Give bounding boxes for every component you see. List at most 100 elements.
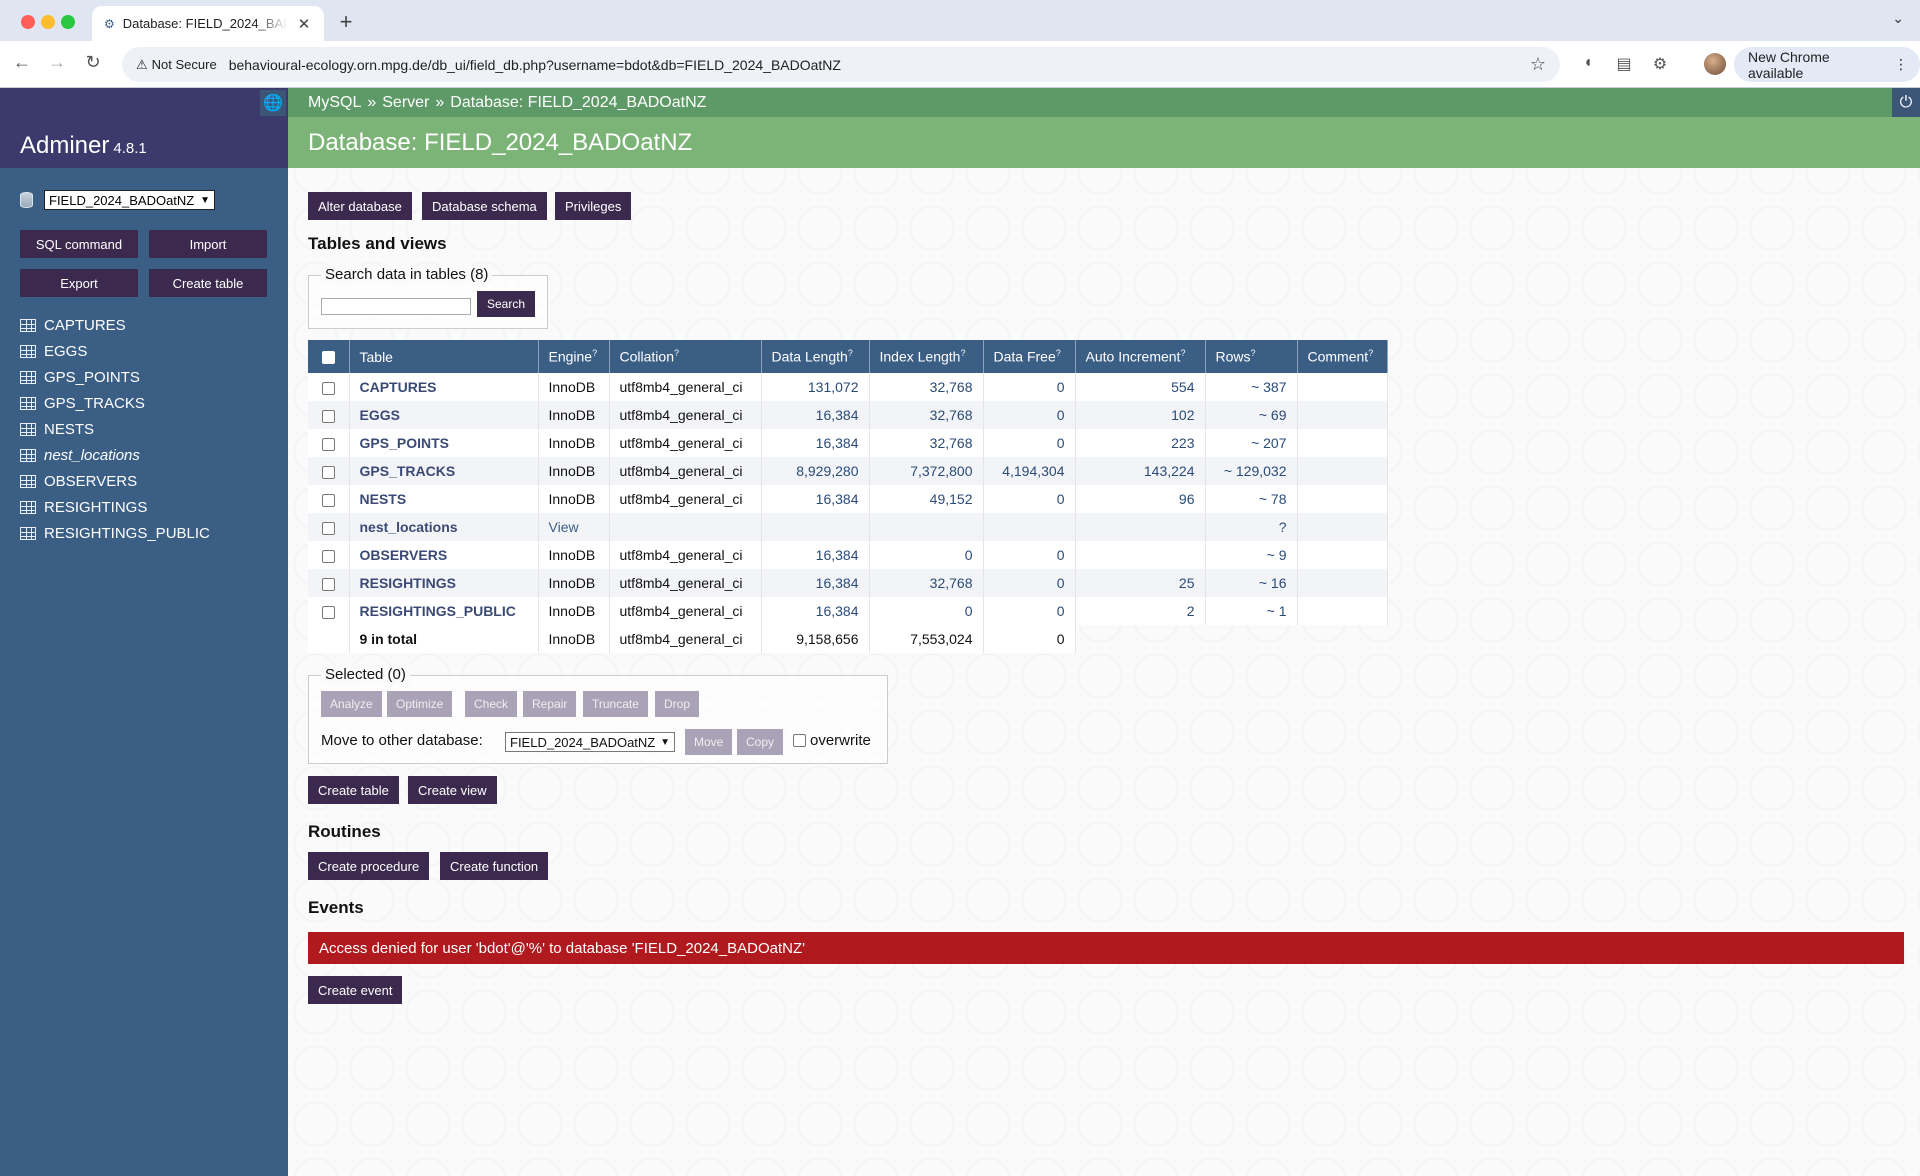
- column-header-collation[interactable]: Collation?: [609, 340, 762, 373]
- create-function-button[interactable]: Create function: [440, 852, 549, 880]
- update-chrome-button[interactable]: New Chrome available ⋮: [1734, 47, 1920, 82]
- alter-database-button[interactable]: Alter database: [308, 192, 412, 220]
- rows-link[interactable]: ?: [1205, 513, 1298, 541]
- breadcrumb-server-link[interactable]: Server: [382, 94, 429, 112]
- create-procedure-button[interactable]: Create procedure: [308, 852, 430, 880]
- security-indicator[interactable]: ⚠ Not Secure: [136, 57, 217, 73]
- address-bar[interactable]: ⚠ Not Secure behavioural-ecology.orn.mpg…: [122, 47, 1560, 82]
- tab-search-chevron-icon[interactable]: ⌄: [1892, 10, 1904, 27]
- table-name-link[interactable]: NESTS: [349, 485, 539, 513]
- data-free-link[interactable]: 0: [983, 569, 1076, 597]
- column-header-rows[interactable]: Rows?: [1205, 340, 1298, 373]
- column-header-engine[interactable]: Engine?: [538, 340, 610, 373]
- column-header-auto-increment[interactable]: Auto Increment?: [1075, 340, 1206, 373]
- select-all-checkbox[interactable]: [322, 351, 335, 365]
- create-table-button[interactable]: Create table: [308, 776, 399, 804]
- import-button[interactable]: Import: [149, 230, 267, 258]
- index-length-link[interactable]: 32,768: [869, 429, 984, 457]
- create-event-button[interactable]: Create event: [308, 976, 403, 1004]
- data-length-link[interactable]: 16,384: [761, 541, 870, 569]
- data-free-link[interactable]: 0: [983, 373, 1076, 401]
- sidebar-item-gps-tracks[interactable]: GPS_TRACKS: [20, 390, 210, 416]
- data-length-link[interactable]: [761, 513, 870, 541]
- optimize-button[interactable]: Optimize: [387, 691, 453, 717]
- table-grid-icon[interactable]: [20, 370, 36, 384]
- table-grid-icon[interactable]: [20, 318, 36, 332]
- table-grid-icon[interactable]: [20, 422, 36, 436]
- index-length-link[interactable]: 32,768: [869, 373, 984, 401]
- help-link[interactable]: ?: [1180, 348, 1185, 358]
- rows-link[interactable]: ~ 9: [1205, 541, 1298, 569]
- table-grid-icon[interactable]: [20, 526, 36, 540]
- column-header-data-length[interactable]: Data Length?: [761, 340, 870, 373]
- column-header-table[interactable]: Table: [349, 340, 539, 373]
- row-checkbox[interactable]: [322, 605, 335, 619]
- app-brand[interactable]: Adminer 4.8.1: [20, 132, 147, 160]
- overwrite-checkbox[interactable]: [793, 734, 806, 747]
- browser-tab[interactable]: ⚙ Database: FIELD_2024_BADOatNZ ✕: [92, 6, 324, 41]
- table-grid-icon[interactable]: [20, 500, 36, 514]
- search-button[interactable]: Search: [477, 291, 535, 317]
- data-length-link[interactable]: 16,384: [761, 485, 870, 513]
- google-lens-icon[interactable]: ◖: [1578, 54, 1598, 74]
- sidebar-create-table-button[interactable]: Create table: [149, 269, 267, 297]
- table-name-link[interactable]: GPS_TRACKS: [349, 457, 539, 485]
- rows-link[interactable]: ~ 129,032: [1205, 457, 1298, 485]
- data-length-link[interactable]: 131,072: [761, 373, 870, 401]
- help-link[interactable]: ?: [674, 348, 679, 358]
- move-database-select[interactable]: FIELD_2024_BADOatNZ ▼: [505, 732, 675, 752]
- table-name-link[interactable]: RESIGHTINGS: [349, 569, 539, 597]
- help-link[interactable]: ?: [960, 348, 965, 358]
- table-grid-icon[interactable]: [20, 474, 36, 488]
- sidebar-item-label[interactable]: OBSERVERS: [44, 473, 137, 490]
- data-free-link[interactable]: 0: [983, 429, 1076, 457]
- sidebar-item-label[interactable]: RESIGHTINGS: [44, 499, 147, 516]
- rows-link[interactable]: ~ 207: [1205, 429, 1298, 457]
- column-header-data-free[interactable]: Data Free?: [983, 340, 1076, 373]
- data-free-link[interactable]: [983, 513, 1076, 541]
- index-length-link[interactable]: 49,152: [869, 485, 984, 513]
- copy-button[interactable]: Copy: [737, 729, 784, 755]
- column-header-comment[interactable]: Comment?: [1297, 340, 1388, 373]
- database-schema-button[interactable]: Database schema: [422, 192, 547, 220]
- bookmark-star-icon[interactable]: ☆: [1530, 54, 1546, 75]
- table-grid-icon[interactable]: [20, 344, 36, 358]
- row-checkbox[interactable]: [322, 521, 335, 535]
- sidebar-item-nest-locations[interactable]: nest_locations: [20, 442, 210, 468]
- profile-avatar[interactable]: [1704, 53, 1726, 75]
- help-link[interactable]: ?: [592, 348, 597, 358]
- sidebar-item-label[interactable]: NESTS: [44, 421, 94, 438]
- data-free-link[interactable]: 4,194,304: [983, 457, 1076, 485]
- logout-power-icon[interactable]: ⏻: [1892, 88, 1920, 117]
- index-length-link[interactable]: 7,372,800: [869, 457, 984, 485]
- data-free-link[interactable]: 0: [983, 401, 1076, 429]
- help-link[interactable]: ?: [1251, 348, 1256, 358]
- sidebar-item-label[interactable]: CAPTURES: [44, 317, 126, 334]
- truncate-button[interactable]: Truncate: [583, 691, 648, 717]
- rows-link[interactable]: ~ 16: [1205, 569, 1298, 597]
- sidebar-item-gps-points[interactable]: GPS_POINTS: [20, 364, 210, 390]
- maximize-window-button[interactable]: [61, 15, 75, 29]
- repair-button[interactable]: Repair: [523, 691, 577, 717]
- index-length-link[interactable]: 0: [869, 541, 984, 569]
- data-length-link[interactable]: 8,929,280: [761, 457, 870, 485]
- data-length-link[interactable]: 16,384: [761, 597, 870, 625]
- help-link[interactable]: ?: [848, 348, 853, 358]
- reload-button[interactable]: ↻: [81, 52, 105, 73]
- data-length-link[interactable]: 16,384: [761, 401, 870, 429]
- row-checkbox[interactable]: [322, 493, 335, 507]
- data-free-link[interactable]: 0: [983, 541, 1076, 569]
- database-select[interactable]: FIELD_2024_BADOatNZ ▼: [44, 190, 215, 210]
- rows-link[interactable]: ~ 78: [1205, 485, 1298, 513]
- new-tab-button[interactable]: +: [334, 9, 358, 35]
- sidebar-item-resightings[interactable]: RESIGHTINGS: [20, 494, 210, 520]
- data-length-link[interactable]: 16,384: [761, 569, 870, 597]
- sidebar-item-captures[interactable]: CAPTURES: [20, 312, 210, 338]
- table-name-link[interactable]: nest_locations: [349, 513, 539, 541]
- table-name-link[interactable]: EGGS: [349, 401, 539, 429]
- row-checkbox[interactable]: [322, 465, 335, 479]
- sidebar-item-label[interactable]: RESIGHTINGS_PUBLIC: [44, 525, 210, 542]
- forward-button[interactable]: →: [45, 52, 69, 73]
- minimize-window-button[interactable]: [41, 15, 55, 29]
- sidebar-item-resightings-public[interactable]: RESIGHTINGS_PUBLIC: [20, 520, 210, 546]
